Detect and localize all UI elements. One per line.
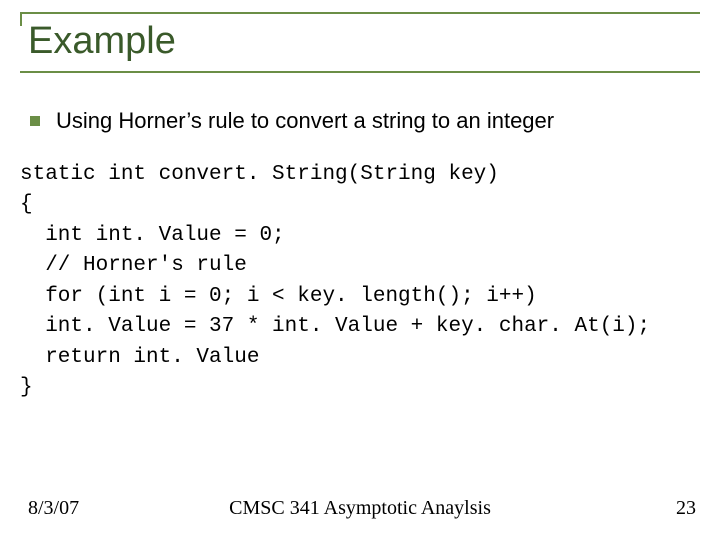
footer-center: CMSC 341 Asymptotic Anaylsis xyxy=(0,497,720,520)
slide: Example Using Horner’s rule to convert a… xyxy=(0,0,720,540)
footer-page-number: 23 xyxy=(676,497,696,520)
slide-title: Example xyxy=(28,20,700,63)
title-rule-top xyxy=(20,12,700,14)
title-tick xyxy=(20,12,22,26)
code-line: return int. Value xyxy=(20,346,259,369)
code-line: // Horner's rule xyxy=(20,254,247,277)
footer-date: 8/3/07 xyxy=(28,497,79,520)
slide-body: Using Horner’s rule to convert a string … xyxy=(30,108,690,404)
code-line: for (int i = 0; i < key. length(); i++) xyxy=(20,285,537,308)
code-line: int int. Value = 0; xyxy=(20,224,285,247)
code-line: static int convert. String(String key) xyxy=(20,163,499,186)
title-rule-bottom xyxy=(20,71,700,73)
code-line: } xyxy=(20,376,33,399)
bullet-icon xyxy=(30,116,40,126)
footer: 8/3/07 CMSC 341 Asymptotic Anaylsis 23 xyxy=(0,497,720,520)
code-block: static int convert. String(String key) {… xyxy=(20,160,690,404)
title-block: Example xyxy=(20,12,700,73)
code-line: int. Value = 37 * int. Value + key. char… xyxy=(20,315,650,338)
bullet-row: Using Horner’s rule to convert a string … xyxy=(30,108,690,134)
code-line: { xyxy=(20,193,33,216)
bullet-text: Using Horner’s rule to convert a string … xyxy=(56,108,554,134)
